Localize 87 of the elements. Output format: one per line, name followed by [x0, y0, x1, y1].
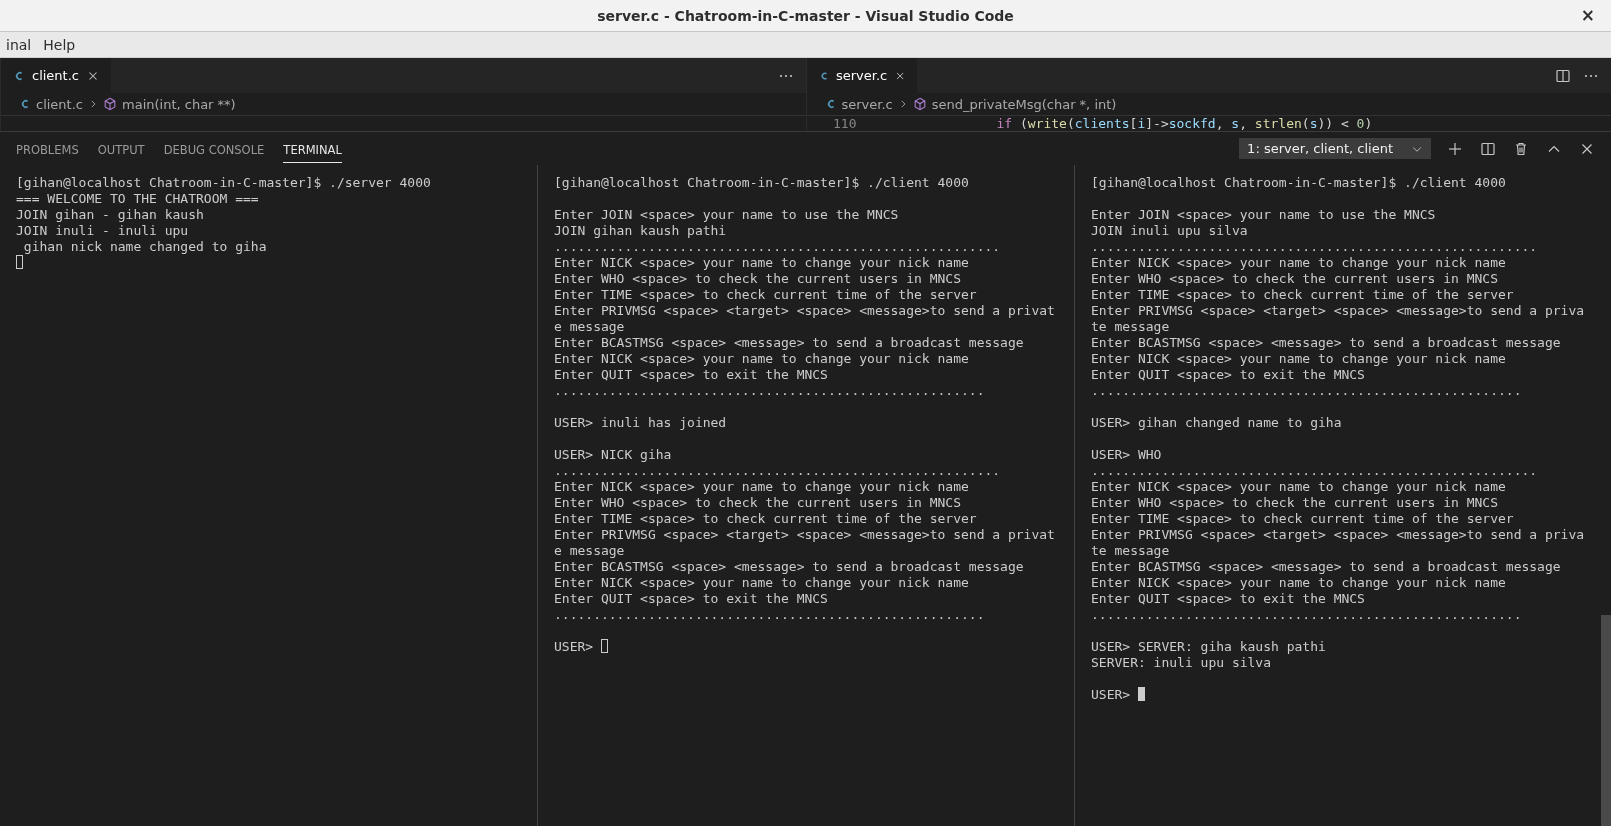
terminal-line: Enter BCASTMSG <space> <message> to send a broadcast message: [1091, 559, 1562, 575]
terminal-line: Enter BCASTMSG <space> <message> to send a broadcast message: [554, 559, 1025, 575]
menu-item[interactable]: inal: [0, 36, 38, 53]
chevron-right-icon[interactable]: [88, 99, 98, 109]
terminal-line: .......................................................: [1091, 607, 1523, 623]
terminal-line: Enter TIME <space> to check current time of the server: [554, 287, 978, 303]
terminal-line: Enter WHO <space> to check the current users in MNCS: [1091, 271, 1499, 287]
terminal-line: Enter BCASTMSG <space> <message> to send a broadcast message: [554, 335, 1025, 351]
terminal-line: Enter TIME <space> to check current time of the server: [1091, 511, 1515, 527]
terminal-line: Enter NICK <space> your name to change your nick name: [554, 479, 970, 495]
terminal-line: Enter WHO <space> to check the current users in MNCS: [554, 271, 962, 287]
terminal-line: Enter TIME <space> to check current time of the server: [1091, 287, 1515, 303]
terminal-line: USER>: [1091, 687, 1605, 703]
menu-item[interactable]: Help: [37, 36, 82, 53]
terminal-line: Enter NICK <space> your name to change your nick name: [554, 575, 970, 591]
c-file-icon: [13, 69, 25, 82]
terminal-line: USER> inuli has joined: [554, 415, 728, 431]
breadcrumb-item[interactable]: client.c: [36, 96, 83, 112]
terminal-line: [gihan@localhost Chatroom-in-C-master]$ ./server 4000: [16, 175, 432, 191]
scrollbar-thumb[interactable]: [1601, 615, 1611, 826]
terminal-line: SERVER: inuli upu silva: [1091, 655, 1272, 671]
terminal-line: te message: [1091, 543, 1171, 559]
terminal-line: Enter QUIT <space> to exit the MNCS: [1091, 367, 1366, 383]
terminal-line: Enter JOIN <space> your name to use the MNCS: [554, 207, 900, 223]
terminal-line: .......................................................: [554, 383, 986, 399]
terminal-line: .........................................................: [1091, 463, 1539, 479]
panel-tab[interactable]: TERMINAL: [283, 134, 342, 163]
window-title: server.c - Chatroom-in-C-master - Visual Studio Code: [597, 7, 1014, 24]
terminal-line: te message: [1091, 319, 1171, 335]
terminal-line: USER> WHO: [1091, 447, 1163, 463]
terminal-line: Enter WHO <space> to check the current users in MNCS: [1091, 495, 1499, 511]
terminal-line: Enter PRIVMSG <space> <target> <space> <message>to send a privat: [554, 527, 1056, 543]
terminal-line: Enter QUIT <space> to exit the MNCS: [1091, 591, 1366, 607]
cube-icon: [103, 97, 117, 111]
terminal-line: Enter NICK <space> your name to change your nick name: [1091, 255, 1507, 271]
terminal-line: USER> NICK giha: [554, 447, 673, 463]
terminal-line: Enter NICK <space> your name to change your nick name: [554, 255, 970, 271]
terminal-line: USER> SERVER: giha kaush pathi: [1091, 639, 1327, 655]
editor-tab[interactable]: client.c: [1, 58, 111, 93]
editor-tab[interactable]: server.c: [806, 58, 917, 93]
terminal-line: [gihan@localhost Chatroom-in-C-master]$ ./client 4000: [1091, 175, 1507, 191]
terminal-line: e message: [554, 543, 626, 559]
terminal-line: Enter TIME <space> to check current time of the server: [554, 511, 978, 527]
terminal-line: === WELCOME TO THE CHATROOM ===: [16, 191, 260, 207]
terminal-line: Enter JOIN <space> your name to use the MNCS: [1091, 207, 1437, 223]
terminal-line: Enter NICK <space> your name to change your nick name: [554, 351, 970, 367]
terminal-line: JOIN inuli upu silva: [1091, 223, 1249, 239]
terminal-line: .........................................................: [554, 239, 1002, 255]
split-editor-icon[interactable]: [1480, 140, 1496, 157]
terminal-line: JOIN inuli - inuli upu: [16, 223, 190, 239]
terminal-line: JOIN gihan kaush pathi: [554, 223, 728, 239]
terminal-line: USER> gihan changed name to giha: [1091, 415, 1343, 431]
terminal-line: Enter QUIT <space> to exit the MNCS: [554, 591, 829, 607]
panel-tab[interactable]: OUTPUT: [97, 134, 145, 163]
line-number: 110: [832, 116, 858, 131]
c-file-icon: [19, 98, 31, 110]
terminal-dropdown[interactable]: 1: server, client, client: [1239, 138, 1431, 159]
panel-tab[interactable]: DEBUG CONSOLE: [163, 134, 265, 163]
terminal-line: .......................................................: [1091, 383, 1523, 399]
plus-icon[interactable]: [1447, 140, 1463, 157]
trash-icon[interactable]: [1513, 140, 1529, 157]
panel-tab[interactable]: PROBLEMS: [16, 134, 79, 163]
terminal-line: Enter PRIVMSG <space> <target> <space> <message>to send a priva: [1091, 527, 1586, 543]
terminal-line: Enter NICK <space> your name to change your nick name: [1091, 479, 1507, 495]
c-file-icon: [818, 69, 829, 82]
terminal-line: gihan nick name changed to giha: [22, 239, 268, 255]
terminal-line: .......................................................: [554, 607, 986, 623]
terminal-line: Enter QUIT <space> to exit the MNCS: [554, 367, 829, 383]
close-window-button[interactable]: ×: [1578, 5, 1597, 25]
terminal-line: Enter PRIVMSG <space> <target> <space> <message>to send a priva: [1091, 303, 1586, 319]
terminal-line: USER>: [554, 639, 1068, 655]
terminal-line: .........................................................: [554, 463, 1002, 479]
cube-icon: [912, 97, 927, 111]
terminal-line: Enter PRIVMSG <space> <target> <space> <message>to send a privat: [554, 303, 1056, 319]
terminal-line: Enter BCASTMSG <space> <message> to send a broadcast message: [1091, 335, 1562, 351]
breadcrumb-item[interactable]: server.c: [841, 96, 893, 112]
breadcrumb-item[interactable]: main(int, char **): [122, 96, 236, 112]
terminal-line: JOIN gihan - gihan kaush: [16, 207, 205, 223]
terminal-line: Enter WHO <space> to check the current users in MNCS: [554, 495, 962, 511]
split-editor-icon[interactable]: [1555, 67, 1571, 84]
terminal-line: Enter NICK <space> your name to change your nick name: [1091, 575, 1507, 591]
terminal-line: .........................................................: [1091, 239, 1539, 255]
code-line: if (write(clients[i]->sockfd, s, strlen(s)) < 0): [996, 116, 1373, 131]
breadcrumb-item[interactable]: send_privateMsg(char *, int): [931, 96, 1117, 112]
terminal-line: [gihan@localhost Chatroom-in-C-master]$ ./client 4000: [554, 175, 970, 191]
terminal-line: Enter NICK <space> your name to change your nick name: [1091, 351, 1507, 367]
terminal-line: e message: [554, 319, 626, 335]
